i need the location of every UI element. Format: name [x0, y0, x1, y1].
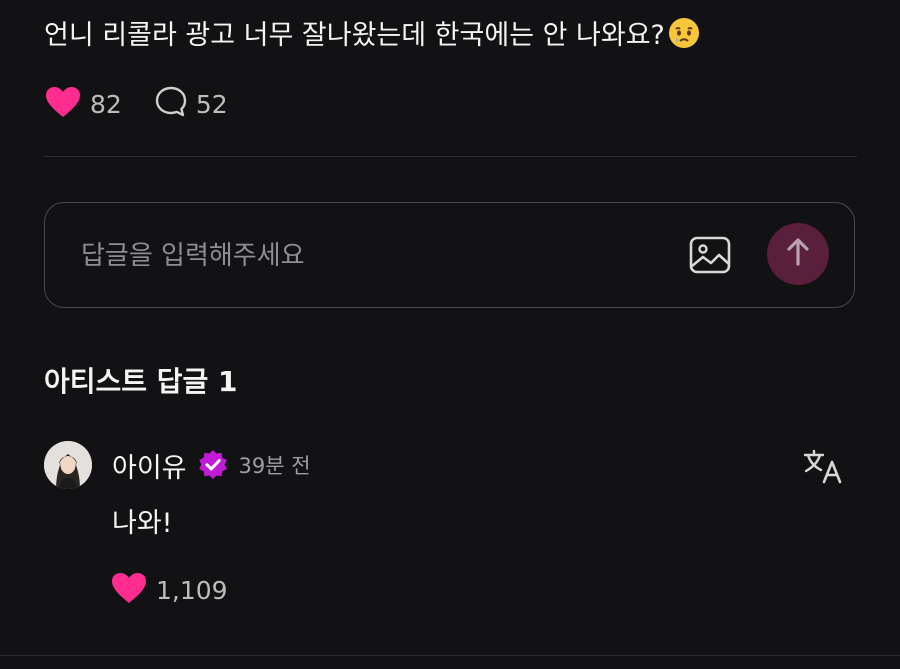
post-comment-count: 52 — [195, 89, 228, 119]
avatar[interactable] — [44, 441, 92, 489]
comment-author-name[interactable]: 아이유 — [112, 446, 187, 485]
attach-image-button[interactable] — [689, 235, 731, 275]
bottom-divider — [0, 655, 900, 656]
artist-replies-title: 아티스트 답글 1 — [44, 365, 238, 398]
post-comment-button[interactable]: 52 — [154, 85, 228, 123]
verified-badge-icon — [197, 449, 229, 481]
post-body: 언니 리콜라 광고 너무 잘나왔는데 한국에는 안 나와요? — [44, 20, 665, 51]
comment-like-count: 1,109 — [156, 575, 228, 605]
arrow-up-icon — [785, 237, 811, 271]
heart-icon — [110, 571, 148, 609]
translate-icon — [802, 449, 844, 490]
post-text: 언니 리콜라 광고 너무 잘나왔는데 한국에는 안 나와요? — [44, 16, 701, 62]
comment-author-row: 아이유 39분 전 — [112, 444, 311, 486]
heart-icon — [44, 85, 82, 123]
reply-input[interactable] — [79, 233, 643, 279]
comment-bubble-icon — [154, 85, 188, 123]
page: 언니 리콜라 광고 너무 잘나왔는데 한국에는 안 나와요? 82 52 답글을… — [0, 0, 900, 669]
post-stats: 82 52 — [44, 84, 228, 124]
translate-button[interactable] — [802, 446, 844, 486]
comment-text: 나와! — [112, 508, 173, 539]
comment-like-button[interactable]: 1,109 — [110, 570, 228, 610]
crying-face-emoji-icon — [667, 16, 701, 62]
post-like-count: 82 — [90, 89, 122, 119]
post-like-button[interactable]: 82 — [44, 85, 122, 123]
divider — [44, 156, 857, 157]
reply-composer — [44, 202, 855, 308]
comment-timestamp: 39분 전 — [238, 454, 311, 478]
image-icon — [689, 236, 731, 279]
send-reply-button[interactable] — [767, 223, 829, 285]
